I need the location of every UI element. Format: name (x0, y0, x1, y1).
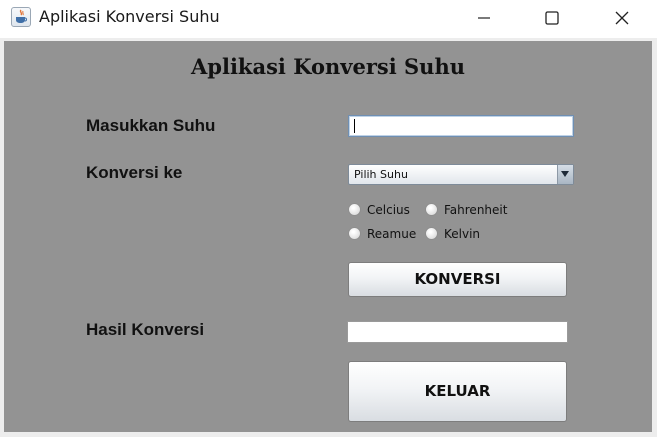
text-caret (354, 119, 355, 133)
minimize-icon (478, 17, 490, 19)
radio-celcius-label: Celcius (367, 203, 410, 217)
temperature-input[interactable] (348, 115, 574, 137)
dropdown-arrow-button[interactable] (557, 165, 573, 184)
radio-kelvin-label: Kelvin (444, 227, 481, 241)
radio-reamue-label: Reamue (367, 227, 417, 241)
radio-celcius[interactable]: Celcius (348, 202, 418, 218)
unit-select-value: Pilih Suhu (354, 168, 408, 181)
radio-kelvin[interactable]: Kelvin (425, 226, 485, 242)
exit-button[interactable]: KELUAR (348, 361, 567, 422)
maximize-icon (545, 11, 559, 25)
convert-to-label: Konversi ke (86, 163, 183, 182)
radio-celcius-circle (348, 203, 361, 216)
form-heading: Aplikasi Konversi Suhu (191, 54, 465, 79)
maximize-button[interactable] (526, 0, 578, 36)
title-bar: Aplikasi Konversi Suhu (0, 0, 657, 38)
convert-button[interactable]: KONVERSI (348, 262, 567, 297)
close-button[interactable] (596, 0, 648, 36)
window-title: Aplikasi Konversi Suhu (39, 7, 220, 26)
radio-reamue[interactable]: Reamue (348, 226, 423, 242)
main-panel: Aplikasi Konversi Suhu Masukkan Suhu Kon… (4, 41, 652, 432)
chevron-down-icon (561, 171, 569, 177)
close-icon (615, 11, 629, 25)
radio-fahrenheit[interactable]: Fahrenheit (425, 202, 515, 218)
unit-select[interactable]: Pilih Suhu (348, 164, 574, 185)
radio-kelvin-circle (425, 227, 438, 240)
result-field[interactable] (347, 321, 568, 343)
result-label: Hasil Konversi (86, 320, 205, 339)
input-temperature-label: Masukkan Suhu (86, 116, 216, 135)
radio-fahrenheit-circle (425, 203, 438, 216)
radio-reamue-circle (348, 227, 361, 240)
minimize-button[interactable] (458, 0, 510, 36)
radio-fahrenheit-label: Fahrenheit (444, 203, 508, 217)
java-app-icon (11, 7, 31, 27)
